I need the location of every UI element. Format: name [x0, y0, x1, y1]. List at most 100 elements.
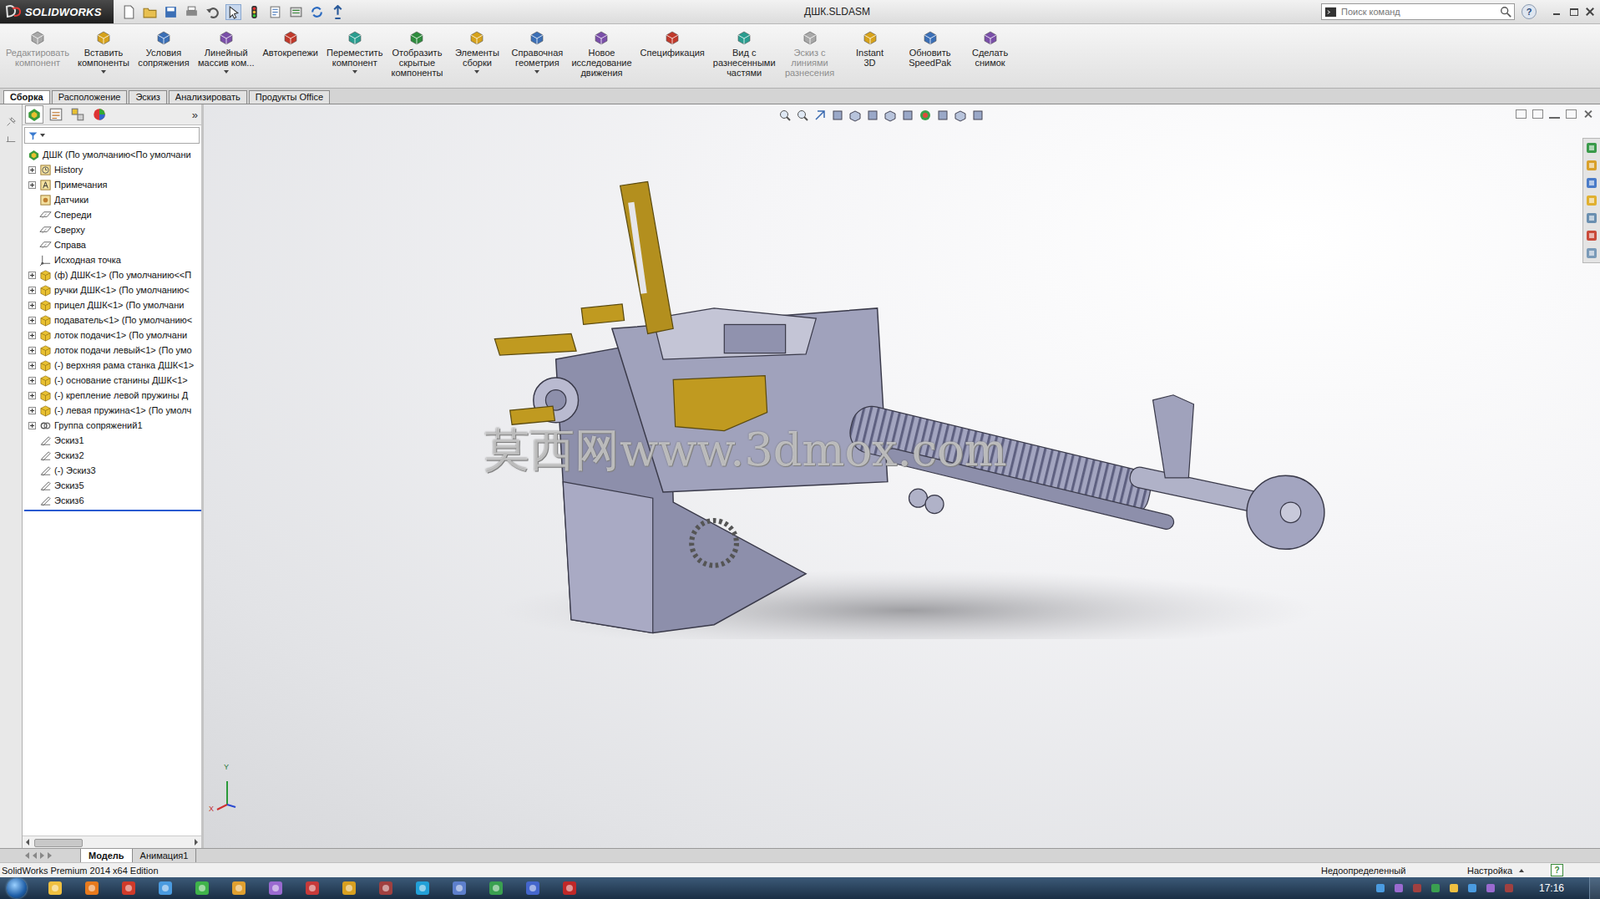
tab[interactable]: Расположение: [51, 90, 128, 104]
rollback-bar[interactable]: [24, 509, 202, 512]
expand-toggle[interactable]: [28, 376, 36, 385]
ribbon-button[interactable]: Линейныймассив ком...: [193, 29, 259, 74]
view-tool-icon[interactable]: [865, 108, 880, 122]
view-tool-icon[interactable]: [848, 108, 862, 122]
expand-toggle[interactable]: [28, 286, 36, 294]
previous-tab-button[interactable]: [32, 851, 37, 859]
file-properties-icon[interactable]: [268, 5, 283, 20]
tray-icon[interactable]: [1485, 882, 1496, 893]
taskbar-app-icon[interactable]: [524, 879, 542, 897]
ribbon-button[interactable]: Элементысборки: [446, 29, 507, 74]
tray-icon[interactable]: [1448, 882, 1459, 893]
tree-item[interactable]: лоток подачи левый<1> (По умо: [22, 342, 202, 358]
tree-item[interactable]: Эскиз2: [22, 447, 202, 463]
tray-icon[interactable]: [1467, 882, 1478, 893]
tray-icon[interactable]: [1503, 882, 1514, 893]
units-button[interactable]: Настройка: [1467, 865, 1551, 876]
tree-item[interactable]: (ф) ДШК<1> (По умолчанию<<П: [22, 267, 202, 283]
tray-icon[interactable]: [1393, 882, 1404, 893]
expand-toggle[interactable]: [28, 406, 36, 415]
expand-toggle[interactable]: [28, 166, 36, 174]
taskbar-app-icon[interactable]: [267, 879, 284, 897]
taskbar-app-icon[interactable]: [487, 879, 505, 897]
task-pane-icon[interactable]: [1584, 193, 1599, 208]
task-pane-icon[interactable]: [1584, 158, 1599, 173]
expand-panel-button[interactable]: »: [192, 108, 198, 122]
tree-item[interactable]: подаватель<1> (По умолчанию<: [22, 312, 202, 328]
save-icon[interactable]: [163, 5, 178, 20]
restore-button[interactable]: [1566, 5, 1580, 18]
first-tab-button[interactable]: [25, 851, 30, 859]
open-folder-icon[interactable]: [142, 5, 157, 20]
ribbon-button[interactable]: Instant3D: [840, 29, 901, 68]
display-manager-icon[interactable]: [91, 106, 108, 123]
expand-toggle[interactable]: [28, 316, 36, 325]
task-pane-icon[interactable]: [1584, 246, 1599, 260]
taskbar-app-icon[interactable]: [450, 879, 468, 897]
view-tool-icon[interactable]: [830, 108, 845, 122]
tree-item[interactable]: Исходная точка: [22, 252, 202, 268]
ribbon-button[interactable]: Новоеисследованиедвижения: [567, 29, 636, 78]
dropdown-arrow[interactable]: [223, 70, 229, 74]
view-tool-icon[interactable]: [883, 108, 897, 122]
tree-item[interactable]: Группа сопряжений1: [22, 417, 202, 433]
minimize-document-button[interactable]: [1549, 109, 1560, 119]
undo-icon[interactable]: [205, 5, 220, 20]
app-menu-button[interactable]: SOLIDWORKS: [0, 0, 114, 24]
tab[interactable]: Эскиз: [128, 90, 167, 104]
traffic-light-icon[interactable]: [247, 5, 262, 20]
task-pane-icon[interactable]: [1584, 141, 1599, 155]
ribbon-button[interactable]: Переместитькомпонент: [322, 29, 387, 74]
tray-icon[interactable]: [1375, 882, 1386, 893]
taskbar-app-icon[interactable]: [83, 879, 101, 897]
expand-toggle[interactable]: [28, 271, 36, 279]
tree-item[interactable]: (-) основание станины ДШК<1>: [22, 372, 202, 388]
tree-item[interactable]: Эскиз6: [22, 492, 202, 508]
expand-toggle[interactable]: [28, 421, 36, 430]
view-tool-icon[interactable]: [813, 108, 827, 122]
options-icon[interactable]: [288, 5, 304, 20]
task-pane-icon[interactable]: [1584, 228, 1599, 243]
split-view-button[interactable]: [1515, 109, 1527, 119]
view-tool-icon[interactable]: [795, 108, 810, 122]
tree-item[interactable]: Примечания: [22, 177, 202, 193]
dropdown-arrow[interactable]: [352, 70, 358, 74]
ribbon-button[interactable]: Справочнаягеометрия: [506, 29, 568, 74]
tab[interactable]: Анализировать: [168, 90, 248, 104]
next-tab-button[interactable]: [40, 851, 45, 859]
clock[interactable]: 17:16: [1534, 881, 1570, 894]
expand-toggle[interactable]: [28, 181, 36, 189]
ribbon-button[interactable]: Отобразитьскрытыекомпоненты: [386, 29, 447, 78]
tree-horizontal-scrollbar[interactable]: [22, 835, 202, 848]
taskbar-app-icon[interactable]: [561, 879, 578, 897]
expand-toggle[interactable]: [28, 331, 36, 340]
view-tool-icon[interactable]: [971, 108, 985, 122]
tree-item[interactable]: Спереди: [22, 207, 202, 223]
new-document-icon[interactable]: [121, 5, 137, 20]
taskbar-app-icon[interactable]: [120, 879, 137, 897]
tree-item[interactable]: Датчики: [22, 192, 202, 208]
model-tab[interactable]: Анимация1: [132, 848, 198, 862]
close-document-button[interactable]: [1582, 109, 1594, 119]
ribbon-button[interactable]: Спецификация: [636, 29, 709, 58]
tree-item[interactable]: (-) Эскиз3: [22, 462, 202, 478]
graphics-area[interactable]: 莫西网www.3dmox.comYX: [203, 104, 1600, 848]
print-icon[interactable]: [184, 5, 199, 20]
show-desktop-button[interactable]: [1589, 876, 1600, 899]
select-icon[interactable]: [226, 5, 241, 20]
magnifier-icon[interactable]: [1499, 5, 1512, 18]
property-manager-icon[interactable]: [47, 106, 65, 123]
restore-document-button[interactable]: [1565, 109, 1577, 119]
task-pane-icon[interactable]: [1584, 211, 1599, 225]
taskbar-app-icon[interactable]: [377, 879, 395, 897]
pin-icon[interactable]: [5, 116, 17, 128]
dropdown-arrow[interactable]: [474, 70, 480, 74]
status-help-button[interactable]: ?: [1550, 863, 1564, 876]
task-pane-icon[interactable]: [1584, 176, 1599, 190]
taskbar-app-icon[interactable]: [414, 879, 431, 897]
machine-gun-model[interactable]: [479, 171, 1357, 639]
taskbar-app-icon[interactable]: [193, 879, 211, 897]
filter-funnel-icon[interactable]: [27, 130, 39, 142]
tree-item[interactable]: Справа: [22, 237, 202, 253]
tree-item[interactable]: Эскиз1: [22, 432, 202, 448]
